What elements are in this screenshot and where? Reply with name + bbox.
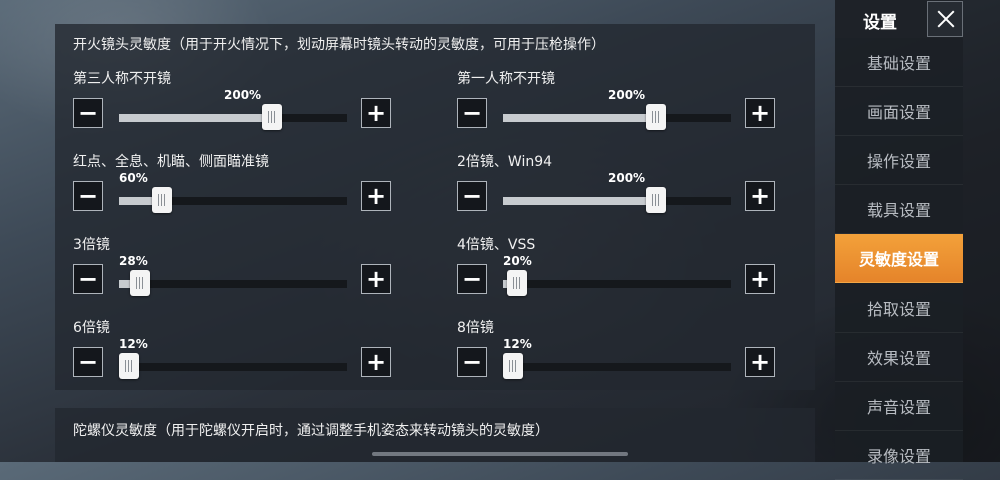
slider-track[interactable]: [503, 187, 731, 213]
sidebar-item-sensitivity[interactable]: 灵敏度设置: [835, 234, 963, 283]
slider-value: 12%: [503, 337, 532, 351]
settings-sidebar: 设置 基础设置 画面设置 操作设置 载具设置 灵敏度设置 拾取设置 效果设置 声…: [835, 0, 963, 480]
increase-button[interactable]: +: [745, 98, 775, 128]
slider-thumb[interactable]: [130, 270, 150, 296]
increase-button[interactable]: +: [361, 98, 391, 128]
decrease-button[interactable]: −: [457, 347, 487, 377]
slider-track[interactable]: [503, 353, 731, 379]
slider-fill: [503, 114, 656, 122]
slider-thumb[interactable]: [119, 353, 139, 379]
sidebar-item-effects[interactable]: 效果设置: [835, 333, 963, 382]
slider-fill: [119, 114, 272, 122]
section-title: 开火镜头灵敏度（用于开火情况下，划动屏幕时镜头转动的灵敏度，可用于压枪操作）: [73, 37, 605, 53]
section-title: 陀螺仪灵敏度（用于陀螺仪开启时，通过调整手机姿态来转动镜头的灵敏度）: [73, 423, 549, 439]
slider-track[interactable]: [119, 104, 347, 130]
sidebar-item-basic[interactable]: 基础设置: [835, 38, 963, 87]
slider-label: 第三人称不开镜: [73, 71, 171, 87]
sidebar-item-recording[interactable]: 录像设置: [835, 431, 963, 480]
slider-label: 8倍镜: [457, 320, 494, 336]
slider-3x-scope: 3倍镜 − 28% +: [73, 234, 393, 302]
slider-track[interactable]: [503, 104, 731, 130]
decrease-button[interactable]: −: [457, 98, 487, 128]
slider-tpp-no-scope: 第三人称不开镜 − 200% +: [73, 68, 393, 136]
slider-thumb[interactable]: [262, 104, 282, 130]
slider-label: 6倍镜: [73, 320, 110, 336]
increase-button[interactable]: +: [361, 181, 391, 211]
decrease-button[interactable]: −: [457, 264, 487, 294]
slider-value: 28%: [119, 254, 148, 268]
decrease-button[interactable]: −: [73, 98, 103, 128]
slider-value: 12%: [119, 337, 148, 351]
slider-fill: [503, 197, 656, 205]
slider-6x-scope: 6倍镜 − 12% +: [73, 317, 393, 385]
slider-8x-scope: 8倍镜 − 12% +: [457, 317, 777, 385]
slider-label: 4倍镜、VSS: [457, 237, 536, 253]
sidebar-item-audio[interactable]: 声音设置: [835, 382, 963, 431]
slider-2x-scope: 2倍镜、Win94 − 200% +: [457, 151, 777, 219]
sidebar-header: 设置: [835, 0, 963, 38]
firing-scope-sensitivity-panel: 开火镜头灵敏度（用于开火情况下，划动屏幕时镜头转动的灵敏度，可用于压枪操作） 第…: [55, 24, 815, 390]
slider-fpp-no-scope: 第一人称不开镜 − 200% +: [457, 68, 777, 136]
slider-value: 200%: [608, 171, 646, 185]
decrease-button[interactable]: −: [73, 264, 103, 294]
decrease-button[interactable]: −: [73, 347, 103, 377]
slider-label: 2倍镜、Win94: [457, 154, 553, 170]
increase-button[interactable]: +: [745, 264, 775, 294]
slider-value: 60%: [119, 171, 148, 185]
slider-value: 200%: [608, 88, 646, 102]
slider-label: 红点、全息、机瞄、侧面瞄准镜: [73, 154, 269, 170]
sidebar-item-vehicle[interactable]: 载具设置: [835, 185, 963, 234]
sidebar-item-graphics[interactable]: 画面设置: [835, 87, 963, 136]
slider-track[interactable]: [119, 353, 347, 379]
slider-label: 第一人称不开镜: [457, 71, 555, 87]
right-edge-background: [963, 0, 1000, 462]
slider-4x-scope: 4倍镜、VSS − 20% +: [457, 234, 777, 302]
sidebar-item-controls[interactable]: 操作设置: [835, 136, 963, 185]
slider-thumb[interactable]: [507, 270, 527, 296]
slider-value: 20%: [503, 254, 532, 268]
slider-thumb[interactable]: [503, 353, 523, 379]
sidebar-item-pickup[interactable]: 拾取设置: [835, 284, 963, 333]
sidebar-title: 设置: [863, 13, 897, 33]
decrease-button[interactable]: −: [457, 181, 487, 211]
increase-button[interactable]: +: [361, 264, 391, 294]
slider-track[interactable]: [119, 187, 347, 213]
slider-thumb[interactable]: [646, 187, 666, 213]
decrease-button[interactable]: −: [73, 181, 103, 211]
slider-red-dot-holo: 红点、全息、机瞄、侧面瞄准镜 − 60% +: [73, 151, 393, 219]
scroll-indicator: [372, 452, 628, 456]
slider-value: 200%: [224, 88, 262, 102]
increase-button[interactable]: +: [745, 181, 775, 211]
slider-track[interactable]: [503, 270, 731, 296]
slider-thumb[interactable]: [152, 187, 172, 213]
slider-track[interactable]: [119, 270, 347, 296]
slider-label: 3倍镜: [73, 237, 110, 253]
increase-button[interactable]: +: [745, 347, 775, 377]
slider-thumb[interactable]: [646, 104, 666, 130]
increase-button[interactable]: +: [361, 347, 391, 377]
close-icon[interactable]: [927, 1, 963, 37]
